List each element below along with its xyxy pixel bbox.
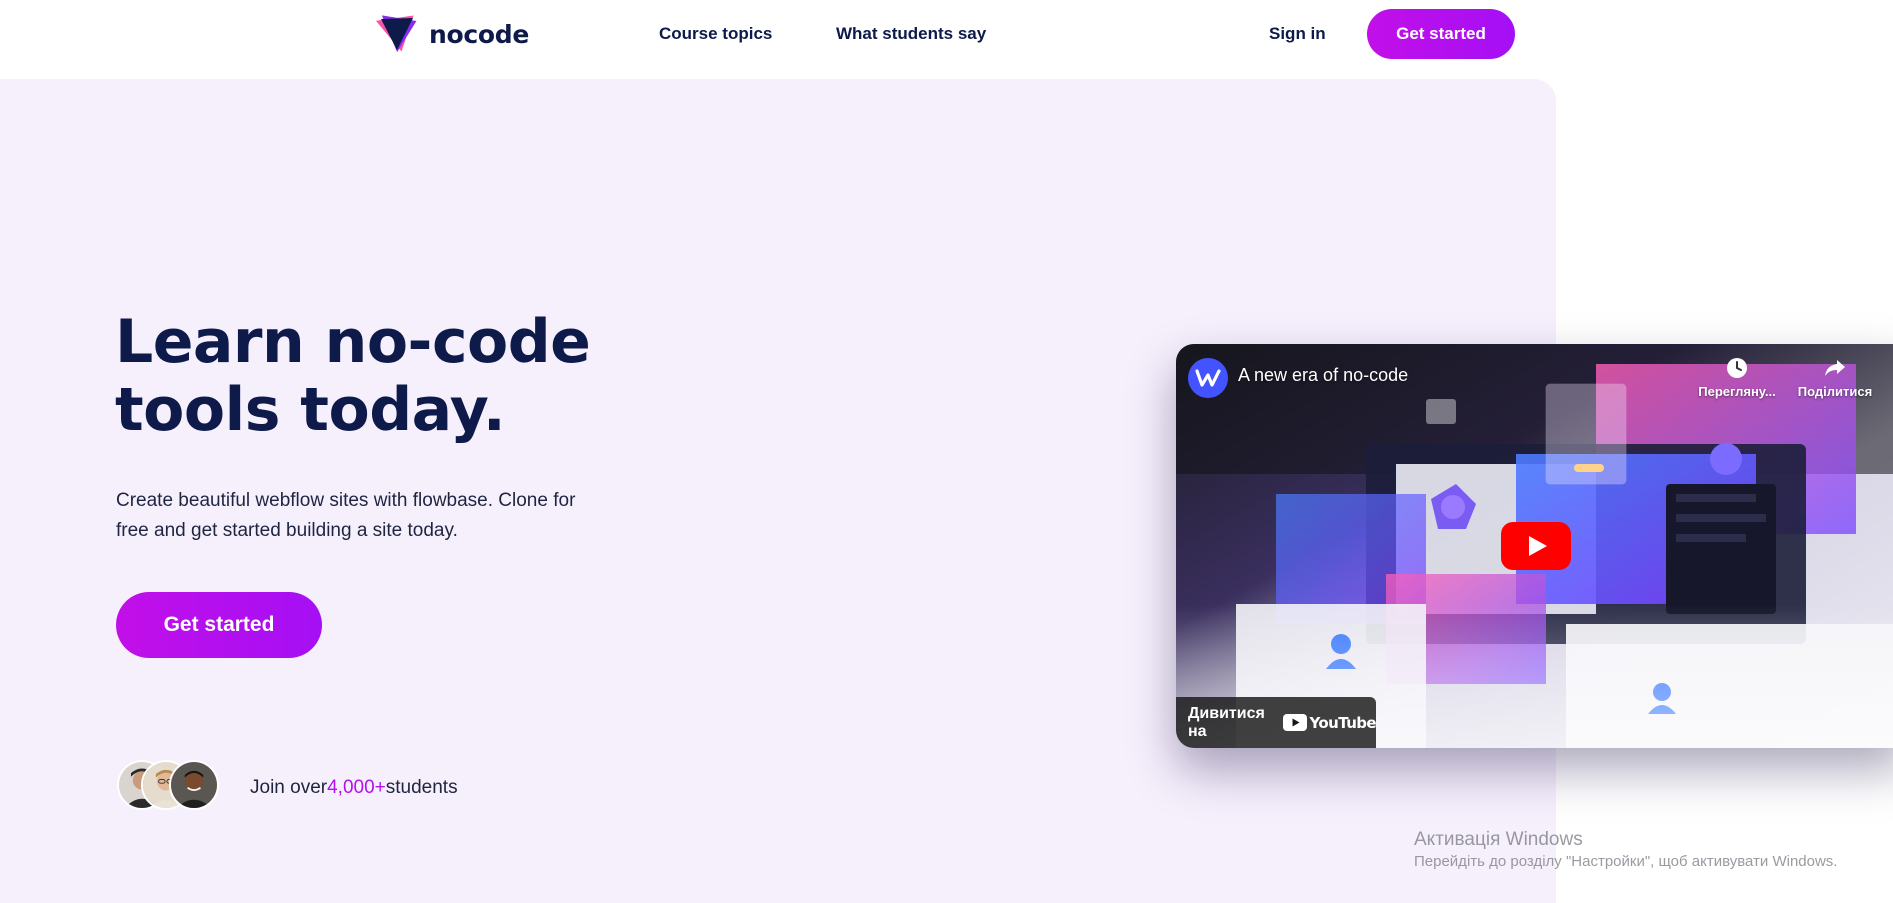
watch-on-label: Дивитися на (1188, 704, 1265, 740)
brand-logo-link[interactable]: nocode (375, 12, 529, 56)
watch-later-label: Перегляну... (1698, 384, 1776, 399)
join-count: 4,000+ (327, 777, 386, 798)
video-title[interactable]: A new era of no-code (1238, 365, 1408, 386)
watermark-text: Перейдіть до розділу "Настройки", щоб ак… (1414, 853, 1838, 870)
hero-title-line-2: tools today. (115, 375, 506, 445)
watch-on-youtube-button[interactable]: Дивитися на YouTube (1176, 697, 1377, 748)
windows-activation-watermark: Активація Windows Перейдіть до розділу "… (1414, 828, 1837, 872)
brand-name: nocode (429, 19, 530, 49)
student-avatars (117, 760, 227, 814)
play-button[interactable] (1501, 522, 1571, 570)
watermark-title: Активація Windows (1414, 829, 1583, 850)
share-action[interactable]: Поділитися (1790, 356, 1880, 399)
nav-link-course-topics[interactable]: Course topics (659, 24, 772, 44)
top-navbar: nocode Course topics What students say S… (0, 0, 1893, 78)
student-avatar-3 (169, 760, 219, 810)
nav-link-what-students-say[interactable]: What students say (836, 24, 986, 44)
join-students-text: Join over4,000+students (250, 777, 458, 799)
hero-title-line-1: Learn no-code (115, 307, 591, 377)
sign-in-link[interactable]: Sign in (1269, 24, 1326, 44)
hero-subtitle-line-1: Create beautiful webflow sites with flow… (116, 490, 576, 511)
nocode-logo-icon (375, 15, 417, 53)
youtube-logo-icon (1282, 714, 1307, 731)
youtube-play-icon (1501, 522, 1571, 570)
share-arrow-icon (1825, 360, 1845, 376)
youtube-logo: YouTube (1282, 713, 1377, 732)
hero-subtitle-line-2: free and get started building a site tod… (116, 520, 458, 541)
hero-get-started-button[interactable]: Get started (116, 592, 322, 658)
share-label: Поділитися (1797, 384, 1873, 399)
youtube-wordmark: YouTube (1309, 713, 1377, 732)
nav-get-started-button[interactable]: Get started (1367, 9, 1515, 59)
join-prefix: Join over (250, 777, 328, 798)
webflow-logo-icon (1188, 358, 1228, 398)
hero-title: Learn no-code tools today. (115, 307, 591, 445)
channel-avatar[interactable] (1188, 358, 1228, 398)
clock-icon (1727, 358, 1747, 378)
join-suffix: students (385, 777, 458, 798)
hero-subtitle: Create beautiful webflow sites with flow… (116, 486, 636, 546)
watch-later-action[interactable]: Перегляну... (1692, 356, 1782, 399)
youtube-video-embed[interactable]: A new era of no-code Перегляну... Поділи… (1176, 344, 1893, 748)
